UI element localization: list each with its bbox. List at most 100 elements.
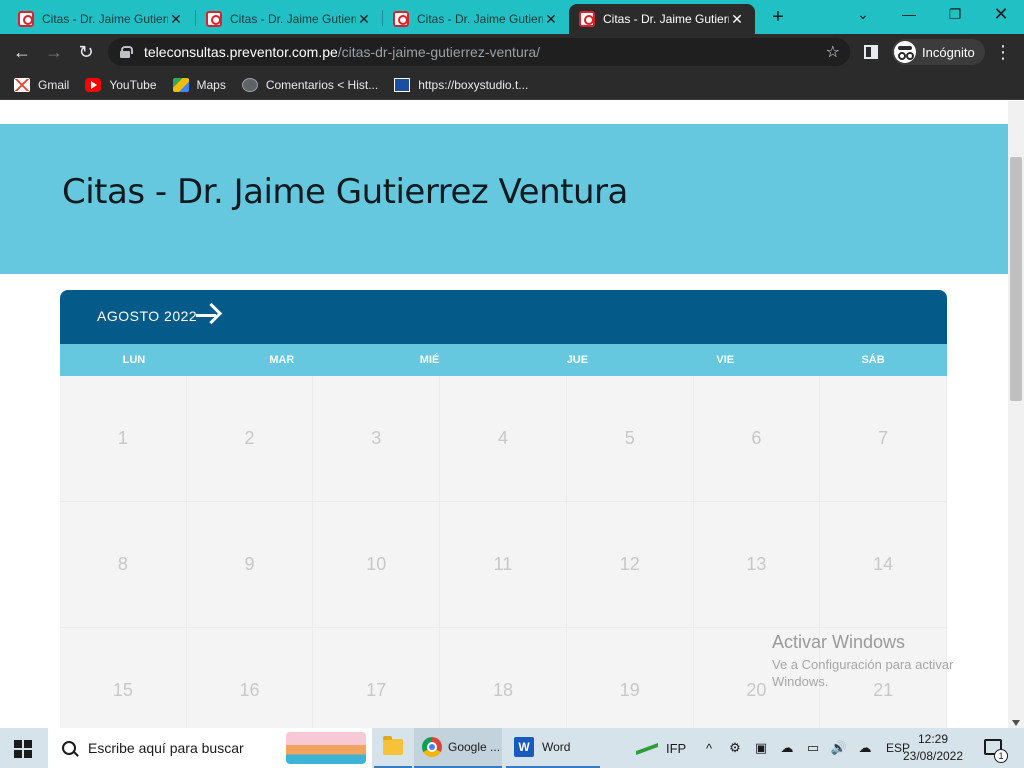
calendar-day-cell[interactable]: 19 [566, 628, 694, 728]
calendar-day-cell[interactable]: 4 [440, 376, 567, 502]
back-arrow-icon[interactable]: ← [10, 40, 34, 64]
system-tray: ^ ⚙ ▣ ☁ ▭ 🔊 ☁ ESP [700, 728, 910, 768]
calendar-day-cell[interactable]: 10 [313, 502, 441, 628]
calendar-day-cell[interactable]: 11 [440, 502, 567, 628]
calendar-day-cell[interactable]: 15 [60, 628, 187, 728]
taskbar-clock[interactable]: 12:29 23/08/2022 [900, 731, 966, 765]
address-bar[interactable]: teleconsultas.preventor.com.pe/citas-dr-… [108, 38, 850, 66]
calendar-day-cell[interactable]: 17 [313, 628, 441, 728]
day-number: 5 [624, 428, 635, 448]
bookmark-label: YouTube [109, 77, 157, 92]
taskbar-search-box[interactable]: Escribe aquí para buscar [48, 728, 372, 768]
bookmark-gmail[interactable]: Gmail [14, 77, 69, 92]
weather-cloud-icon[interactable]: ☁ [856, 740, 874, 756]
bookmarks-bar: Gmail YouTube Maps Comentarios < Hist...… [0, 70, 1024, 100]
calendar-day-cell[interactable]: 12 [566, 502, 694, 628]
calendar-day-cell[interactable]: 2 [186, 376, 314, 502]
calendar-header: AGOSTO 2022 [60, 290, 947, 344]
tab-close-icon[interactable]: ✕ [543, 11, 559, 28]
maps-icon [172, 77, 189, 92]
taskbar-word-label: Word [542, 740, 571, 754]
scroll-down-arrow-icon[interactable] [1012, 720, 1020, 726]
security-icon[interactable]: ⚙ [726, 740, 744, 756]
browser-toolbar: ← → ↻ teleconsultas.preventor.com.pe/cit… [0, 34, 1024, 70]
globe-icon [241, 77, 258, 92]
taskbar-word[interactable]: W Word [506, 728, 600, 768]
browser-menu-icon[interactable]: ⋮ [994, 40, 1012, 64]
meet-now-icon[interactable]: ▣ [752, 740, 770, 756]
folder-icon [383, 736, 403, 755]
taskbar-chrome-label: Google ... [448, 740, 501, 754]
page-scrollbar[interactable] [1008, 101, 1024, 728]
search-placeholder: Escribe aquí para buscar [88, 740, 244, 756]
day-number: 3 [371, 428, 382, 448]
bookmark-comentarios[interactable]: Comentarios < Hist... [241, 77, 379, 92]
incognito-badge[interactable]: Incógnito [892, 39, 985, 65]
scrollbar-thumb[interactable] [1010, 157, 1022, 401]
new-tab-plus-icon[interactable]: + [766, 6, 790, 28]
maximize-icon[interactable]: ❐ [932, 0, 978, 30]
bookmark-youtube[interactable]: YouTube [85, 77, 157, 92]
watermark-title: Activar Windows [772, 632, 906, 652]
forward-arrow-icon[interactable]: → [42, 40, 66, 64]
weekday-label: MAR [269, 354, 295, 366]
url-host: teleconsultas.preventor.com.pe [144, 44, 338, 60]
day-number: 19 [619, 680, 640, 700]
tab-close-icon[interactable]: ✕ [168, 11, 184, 28]
youtube-icon [85, 77, 102, 92]
calendar-day-cell[interactable]: 7 [820, 376, 947, 502]
tab-close-icon[interactable]: ✕ [729, 11, 745, 28]
taskbar-file-explorer[interactable] [374, 728, 412, 768]
windows-start-icon[interactable] [14, 740, 32, 758]
bookmark-maps[interactable]: Maps [172, 77, 226, 92]
minimize-icon[interactable]: — [886, 0, 932, 30]
calendar-day-cell[interactable]: 6 [693, 376, 821, 502]
calendar-day-cell[interactable]: 16 [186, 628, 314, 728]
day-number: 14 [873, 554, 894, 574]
show-hidden-icons-chevron-icon[interactable]: ^ [700, 741, 718, 756]
lock-icon[interactable] [120, 46, 133, 58]
calendar-day-cell[interactable]: 18 [440, 628, 567, 728]
calendar-day-cell[interactable]: 8 [60, 502, 187, 628]
weekday-header-row: LUN MAR MIÉ JUE VIE SÁB [60, 344, 947, 376]
onedrive-cloud-icon[interactable]: ☁ [778, 740, 796, 756]
close-window-icon[interactable]: ✕ [978, 0, 1024, 30]
stock-trend-icon [636, 741, 658, 755]
day-number: 18 [492, 680, 513, 700]
calendar-day-cell[interactable]: 13 [693, 502, 821, 628]
calendar-day-cell[interactable]: 5 [566, 376, 694, 502]
site-favicon-icon [579, 11, 595, 27]
calendar-day-cell[interactable]: 1 [60, 376, 187, 502]
tab-search-chevron-icon[interactable]: ⌄ [840, 0, 886, 30]
tab-close-icon[interactable]: ✕ [356, 11, 372, 28]
taskbar-ifp[interactable]: IFP [636, 728, 686, 768]
taskbar-chrome[interactable]: Google ... [414, 728, 502, 768]
site-favicon-icon [18, 11, 34, 27]
clock-time: 12:29 [917, 732, 949, 746]
weekday-label: LUN [122, 354, 146, 366]
volume-icon[interactable]: 🔊 [830, 740, 848, 756]
day-number: 12 [619, 554, 640, 574]
calendar-day-cell[interactable]: 14 [820, 502, 947, 628]
incognito-label: Incógnito [922, 44, 975, 60]
network-icon[interactable]: ▭ [804, 740, 822, 756]
reload-icon[interactable]: ↻ [74, 40, 98, 64]
day-number: 1 [117, 428, 128, 448]
bookmark-boxystudio[interactable]: https://boxystudio.t... [394, 77, 528, 92]
chrome-icon [422, 737, 442, 757]
bookmark-label: Maps [196, 77, 226, 92]
calendar-day-cell[interactable]: 3 [313, 376, 441, 502]
url-path: /citas-dr-jaime-gutierrez-ventura/ [337, 44, 541, 60]
page-banner: Citas - Dr. Jaime Gutierrez Ventura [0, 124, 1008, 274]
bookmark-label: Comentarios < Hist... [265, 77, 379, 92]
browser-tab-1[interactable]: Citas - Dr. Jaime Gutierrez Ventura ✕ [8, 4, 194, 34]
browser-tab-2[interactable]: Citas - Dr. Jaime Gutierrez Ventura ✕ [196, 4, 382, 34]
browser-tab-4-active[interactable]: Citas - Dr. Jaime Gutierrez Ventura ✕ [569, 4, 755, 34]
next-month-arrow-icon[interactable] [194, 302, 222, 330]
browser-tab-3[interactable]: Citas - Dr. Jaime Gutierrez Ventura ✕ [383, 4, 569, 34]
bookmark-star-icon[interactable]: ☆ [826, 42, 840, 62]
search-icon [62, 741, 76, 755]
side-panel-icon[interactable] [864, 45, 878, 59]
tab-title: Citas - Dr. Jaime Gutierrez Ventura [230, 12, 356, 26]
calendar-day-cell[interactable]: 9 [186, 502, 314, 628]
